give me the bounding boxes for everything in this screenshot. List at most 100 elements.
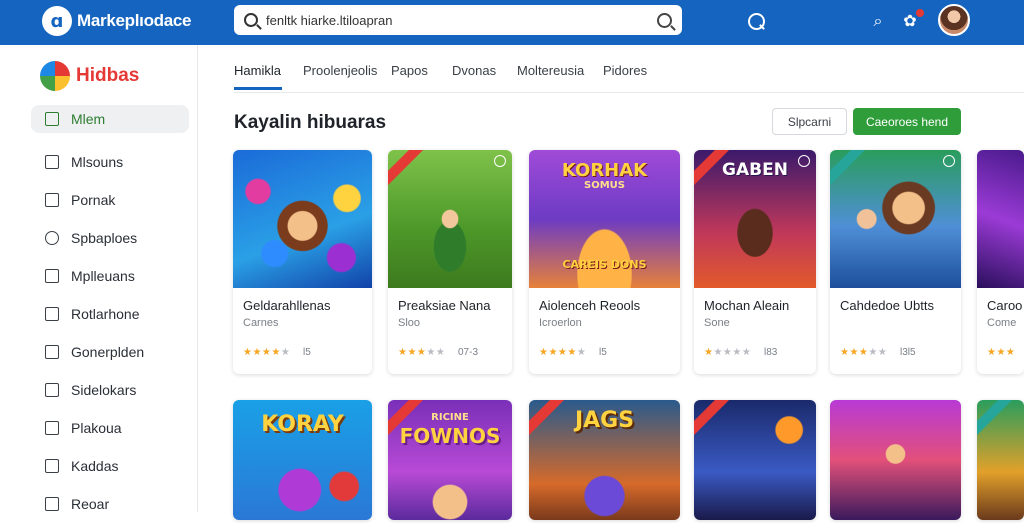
rating-count: 07-3: [458, 347, 479, 358]
folder-icon: [45, 421, 59, 435]
sidebar-item-label: Mplleuans: [71, 268, 135, 284]
rating-count: l3l5: [900, 347, 916, 358]
new-ribbon: [830, 150, 866, 188]
rating-count: l5: [303, 347, 311, 358]
game-title: Mochan Aleain: [704, 298, 790, 313]
game-category: Sloo: [398, 317, 421, 329]
thumb-bottom-title: CAREIS DONS: [562, 258, 647, 271]
rating-stars: ★★★★★: [704, 347, 752, 358]
rating-stars: ★★★★★: [243, 347, 291, 358]
game-card[interactable]: GABEN Mochan Aleain Sone ★★★★★ l83: [694, 150, 816, 374]
sidebar-item-2[interactable]: Pornak: [31, 181, 189, 219]
sidebar-item-label: Kaddas: [71, 458, 119, 474]
thumb-title: FOWNOS: [399, 424, 501, 448]
section-title: Kayalin hibuaras: [234, 112, 387, 133]
sidebar-item-label: Rotlarhone: [71, 306, 140, 322]
game-card[interactable]: Preaksiae Nana Sloo ★★★★★ 07-3: [388, 150, 512, 374]
game-card[interactable]: RICINE FOWNOS: [388, 400, 512, 520]
rating-stars: ★★★★★: [539, 347, 587, 358]
sidebar-item-home[interactable]: Mlem: [31, 105, 189, 133]
tab-5[interactable]: Pidores: [603, 63, 647, 78]
game-title: Caroo: [987, 298, 1023, 313]
game-card[interactable]: Geldarahllenas Carnes ★★★★★ l5: [233, 150, 372, 374]
game-category: Carnes: [243, 317, 279, 329]
game-category: Come: [987, 317, 1017, 329]
tab-1[interactable]: Proolenjeolis: [303, 63, 377, 78]
app-logo[interactable]: ɑ Markeplıodace: [42, 6, 192, 36]
hammer-icon: [45, 383, 59, 397]
game-title: Geldarahllenas: [243, 298, 331, 313]
game-title: Preaksiae Nana: [398, 298, 491, 313]
thumb-subtitle: RICINE: [431, 412, 469, 423]
sidebar-item-label: Spbaploes: [71, 230, 138, 246]
game-card[interactable]: [694, 400, 816, 520]
sidebar-item-7[interactable]: Sidelokars: [31, 371, 189, 409]
search-submit-icon[interactable]: [657, 12, 672, 28]
tab-0[interactable]: Hamikla: [234, 63, 281, 78]
logo-text: Markeplıodace: [77, 11, 192, 30]
search-icon[interactable]: [746, 11, 766, 31]
gamepad-icon: [45, 345, 59, 359]
bell-icon[interactable]: ⌕: [868, 11, 888, 31]
game-card[interactable]: KORAY: [233, 400, 372, 520]
new-ribbon: [977, 400, 1013, 438]
tab-2[interactable]: Papos: [391, 63, 428, 78]
thumb-title: KORAY: [261, 412, 344, 437]
game-thumbnail: KORHAK SOMUS CAREIS DONS: [529, 150, 680, 288]
sidebar-item-3[interactable]: Spbaploes: [31, 219, 189, 257]
game-thumbnail: [977, 150, 1024, 288]
bookmark-icon: [45, 307, 59, 321]
sidebar-item-4[interactable]: Mplleuans: [31, 257, 189, 295]
badge-icon: [494, 155, 506, 167]
game-category: Icroerlon: [539, 317, 582, 329]
sidebar-brand[interactable]: Hidbas: [40, 61, 139, 91]
active-tab-indicator: [234, 87, 282, 90]
primary-button[interactable]: Caeoroes hend: [853, 108, 961, 135]
home-icon: [45, 112, 59, 126]
new-ribbon: [388, 150, 424, 188]
brand-logo-icon: [40, 61, 70, 91]
user-avatar[interactable]: [938, 4, 970, 36]
game-card[interactable]: JAGS: [529, 400, 680, 520]
bag-icon: [45, 497, 59, 511]
list-icon: [45, 459, 59, 473]
game-card[interactable]: [977, 400, 1024, 520]
game-category: Sone: [704, 317, 730, 329]
game-thumbnail: GABEN: [694, 150, 816, 288]
top-bar: ɑ Markeplıodace ⌕ ✿: [0, 0, 1024, 45]
sidebar-item-label: Pornak: [71, 192, 116, 208]
sidebar-item-5[interactable]: Rotlarhone: [31, 295, 189, 333]
rating-stars: ★★★★★: [398, 347, 446, 358]
sidebar-item-label: Sidelokars: [71, 382, 137, 398]
game-card[interactable]: KORHAK SOMUS CAREIS DONS Aiolenceh Reool…: [529, 150, 680, 374]
sidebar-item-6[interactable]: Gonerplden: [31, 333, 189, 371]
thumb-title: GABEN: [722, 160, 788, 180]
tab-3[interactable]: Dvonas: [452, 63, 496, 78]
sidebar-item-label: Mlsouns: [71, 154, 124, 170]
thumb-title: JAGS: [574, 408, 635, 433]
logo-icon: ɑ: [42, 6, 72, 36]
game-title: Cahdedoe Ubtts: [840, 298, 934, 313]
sidebar-item-label: Mlem: [71, 111, 106, 127]
secondary-button[interactable]: Slpcarni: [772, 108, 847, 135]
game-card[interactable]: [830, 400, 961, 520]
notification-badge: [916, 9, 924, 17]
chart-icon: [45, 269, 59, 283]
search-icon: [244, 13, 258, 27]
game-thumbnail: [830, 150, 961, 288]
sidebar-item-10[interactable]: Reoar: [31, 485, 189, 523]
search-bar[interactable]: [234, 5, 682, 35]
search-input[interactable]: [266, 12, 657, 28]
sidebar-item-label: Plakoua: [71, 420, 122, 436]
sidebar-item-label: Reoar: [71, 496, 110, 512]
box-icon: [45, 155, 59, 169]
game-card[interactable]: Cahdedoe Ubtts ★★★★★ l3l5: [830, 150, 961, 374]
sidebar-item-1[interactable]: Mlsouns: [31, 143, 189, 181]
sidebar-nav: Mlem Mlsouns Pornak Spbaploes Mplleuans …: [31, 105, 189, 523]
tab-4[interactable]: Moltereusia: [517, 63, 584, 78]
game-card[interactable]: Caroo Come ★★★: [977, 150, 1024, 374]
sidebar-item-8[interactable]: Plakoua: [31, 409, 189, 447]
sidebar-item-label: Gonerplden: [71, 344, 145, 360]
badge-icon: [943, 155, 955, 167]
sidebar-item-9[interactable]: Kaddas: [31, 447, 189, 485]
